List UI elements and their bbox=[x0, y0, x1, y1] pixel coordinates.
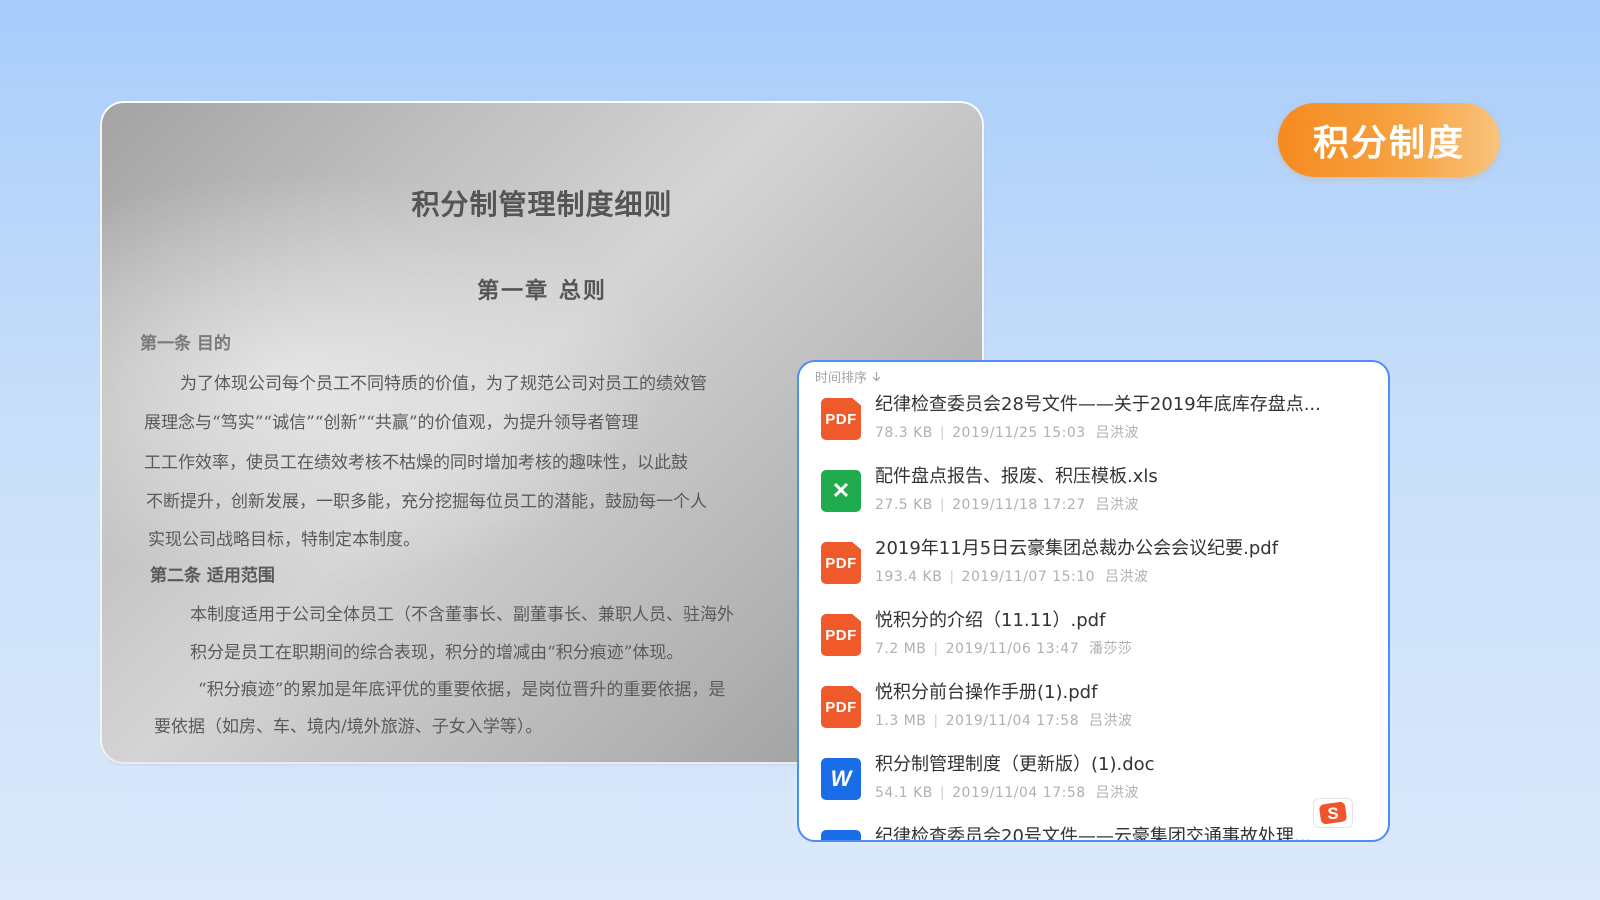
arrow-down-icon bbox=[872, 372, 881, 382]
file-name: 悦积分的介绍（11.11）.pdf bbox=[875, 610, 1106, 631]
sogou-logo-icon: S bbox=[1319, 801, 1347, 825]
pdf-file-icon: PDF bbox=[821, 398, 861, 440]
file-row[interactable]: PDF 悦积分的介绍（11.11）.pdf 7.2 MB | 2019/11/06 … bbox=[799, 598, 1379, 670]
file-row[interactable]: W 积分制管理制度（更新版）(1).doc 54.1 KB | 2019/11/04… bbox=[799, 742, 1379, 814]
file-owner: 潘莎莎 bbox=[1089, 641, 1133, 657]
meta-separator: | bbox=[939, 785, 946, 801]
file-date: 2019/11/06 13:47 bbox=[945, 641, 1080, 657]
document-line: 要依据（如房、车、境内/境外旅游、子女入学等）。 bbox=[154, 717, 543, 737]
meta-separator: | bbox=[933, 713, 939, 729]
word-file-icon: W bbox=[821, 758, 861, 800]
file-meta: 193.4 KB | 2019/11/07 15:10 吕洪波 bbox=[875, 566, 1148, 586]
pdf-file-icon: PDF bbox=[821, 614, 861, 656]
file-owner: 吕洪波 bbox=[1089, 713, 1133, 729]
meta-separator: | bbox=[933, 641, 939, 657]
document-line: 第二条 适用范围 bbox=[150, 566, 275, 586]
meta-separator: | bbox=[939, 497, 946, 513]
file-row[interactable]: PDF 2019年11月5日云豪集团总裁办公会会议纪要.pdf 193.4 KB… bbox=[799, 526, 1379, 598]
document-line: “积分痕迹”的累加是年底评优的重要依据，是岗位晋升的重要依据，是 bbox=[198, 680, 726, 700]
file-row[interactable]: PDF 纪律检查委员会28号文件——关于2019年底库存盘点... 78.3 K… bbox=[799, 382, 1379, 454]
file-owner: 吕洪波 bbox=[1095, 785, 1140, 801]
sogou-input-icon[interactable]: S bbox=[1313, 798, 1353, 828]
document-line: 展理念与“笃实”“诚信”“创新”“共赢”的价值观，为提升领导者管理 bbox=[144, 413, 639, 433]
file-row[interactable]: ✕ 配件盘点报告、报废、积压模板.xls 27.5 KB | 2019/11/18 … bbox=[799, 454, 1379, 526]
file-name: 纪律检查委员会28号文件——关于2019年底库存盘点... bbox=[875, 394, 1321, 415]
file-size: 7.2 MB bbox=[875, 641, 927, 657]
file-size: 193.4 KB bbox=[875, 569, 943, 585]
file-meta: 27.5 KB | 2019/11/18 17:27 吕洪波 bbox=[875, 494, 1139, 514]
file-date: 2019/11/07 15:10 bbox=[961, 569, 1096, 585]
file-row[interactable]: W 纪律检查委员会20号文件——云豪集团交通事故处理... bbox=[799, 814, 1379, 842]
file-name: 配件盘点报告、报废、积压模板.xls bbox=[875, 466, 1158, 487]
pdf-file-icon: PDF bbox=[821, 542, 861, 584]
file-name: 积分制管理制度（更新版）(1).doc bbox=[875, 754, 1155, 775]
file-meta: 1.3 MB | 2019/11/04 17:58 吕洪波 bbox=[875, 710, 1133, 730]
file-row[interactable]: PDF 悦积分前台操作手册(1).pdf 1.3 MB | 2019/11/04 1… bbox=[799, 670, 1379, 742]
document-title: 积分制管理制度细则 bbox=[411, 188, 673, 221]
pdf-file-icon: PDF bbox=[821, 686, 861, 728]
document-line: 第一条 目的 bbox=[140, 334, 231, 354]
file-date: 2019/11/04 17:58 bbox=[952, 785, 1086, 801]
file-name: 纪律检查委员会20号文件——云豪集团交通事故处理... bbox=[875, 826, 1312, 842]
document-line: 本制度适用于公司全体员工（不含董事长、副董事长、兼职人员、驻海外 bbox=[190, 605, 734, 625]
feature-badge: 积分制度 bbox=[1278, 103, 1500, 177]
sogou-logo-text: S bbox=[1327, 804, 1338, 823]
file-name: 悦积分前台操作手册(1).pdf bbox=[875, 682, 1098, 703]
file-size: 27.5 KB bbox=[875, 497, 933, 513]
file-size: 54.1 KB bbox=[875, 785, 933, 801]
file-owner: 吕洪波 bbox=[1095, 425, 1140, 441]
document-line: 积分是员工在职期间的综合表现，积分的增减由“积分痕迹”体现。 bbox=[190, 643, 684, 663]
file-size: 1.3 MB bbox=[875, 713, 927, 729]
file-date: 2019/11/25 15:03 bbox=[952, 425, 1086, 441]
file-name: 2019年11月5日云豪集团总裁办公会会议纪要.pdf bbox=[875, 538, 1279, 559]
meta-separator: | bbox=[939, 425, 946, 441]
document-chapter: 第一章 总则 bbox=[477, 278, 607, 304]
file-date: 2019/11/04 17:58 bbox=[945, 713, 1080, 729]
file-meta: 54.1 KB | 2019/11/04 17:58 吕洪波 bbox=[875, 782, 1139, 802]
file-list-panel: 时间排序 PDF 纪律检查委员会28号文件——关于2019年底库存盘点... 7… bbox=[797, 360, 1390, 842]
file-meta: 7.2 MB | 2019/11/06 13:47 潘莎莎 bbox=[875, 638, 1133, 658]
file-owner: 吕洪波 bbox=[1095, 497, 1140, 513]
document-line: 为了体现公司每个员工不同特质的价值，为了规范公司对员工的绩效管 bbox=[180, 374, 707, 394]
document-line: 不断提升，创新发展，一职多能，充分挖掘每位员工的潜能，鼓励每一个人 bbox=[146, 492, 707, 512]
file-size: 78.3 KB bbox=[875, 425, 933, 441]
file-date: 2019/11/18 17:27 bbox=[952, 497, 1086, 513]
word-file-icon: W bbox=[821, 830, 861, 840]
document-line: 工工作效率，使员工在绩效考核不枯燥的同时增加考核的趣味性，以此鼓 bbox=[144, 453, 688, 473]
file-meta: 78.3 KB | 2019/11/25 15:03 吕洪波 bbox=[875, 422, 1139, 442]
document-line: 实现公司战略目标，特制定本制度。 bbox=[148, 530, 420, 550]
file-owner: 吕洪波 bbox=[1104, 569, 1149, 585]
excel-file-icon: ✕ bbox=[821, 470, 861, 512]
meta-separator: | bbox=[949, 569, 955, 585]
